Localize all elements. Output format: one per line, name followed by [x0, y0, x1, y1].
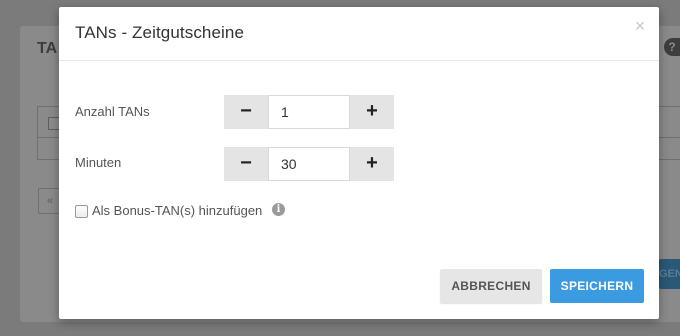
minutes-input[interactable] [268, 147, 350, 181]
background-page-title: TA [37, 40, 58, 57]
background-action-button: GEN [659, 259, 680, 289]
background-help-icon: ? [664, 38, 680, 56]
tan-count-increment-button[interactable]: + [350, 95, 394, 129]
cancel-button[interactable]: ABBRECHEN [440, 269, 542, 303]
dialog-header: TANs - Zeitgutscheine × [59, 7, 659, 61]
dialog-title: TANs - Zeitgutscheine [75, 23, 245, 42]
plus-icon: + [366, 100, 378, 122]
minutes-decrement-button[interactable]: − [224, 147, 268, 181]
minus-icon: − [240, 100, 252, 122]
bonus-tan-checkbox[interactable] [75, 205, 88, 218]
info-icon[interactable]: i [272, 203, 285, 216]
minutes-label: Minuten [75, 155, 122, 170]
minutes-increment-button[interactable]: + [350, 147, 394, 181]
save-button[interactable]: SPEICHERN [550, 269, 644, 303]
tan-dialog: TANs - Zeitgutscheine × Anzahl TANs − + … [59, 7, 659, 319]
tan-count-stepper: − + [224, 95, 394, 129]
tan-count-decrement-button[interactable]: − [224, 95, 268, 129]
close-icon[interactable]: × [633, 16, 647, 36]
minus-icon: − [240, 152, 252, 174]
tan-count-input[interactable] [268, 95, 350, 129]
tan-count-label: Anzahl TANs [75, 104, 150, 119]
minutes-stepper: − + [224, 147, 394, 181]
bonus-tan-label[interactable]: Als Bonus-TAN(s) hinzufügen [92, 203, 262, 218]
plus-icon: + [366, 152, 378, 174]
background-action-button-label: GEN [659, 268, 680, 280]
